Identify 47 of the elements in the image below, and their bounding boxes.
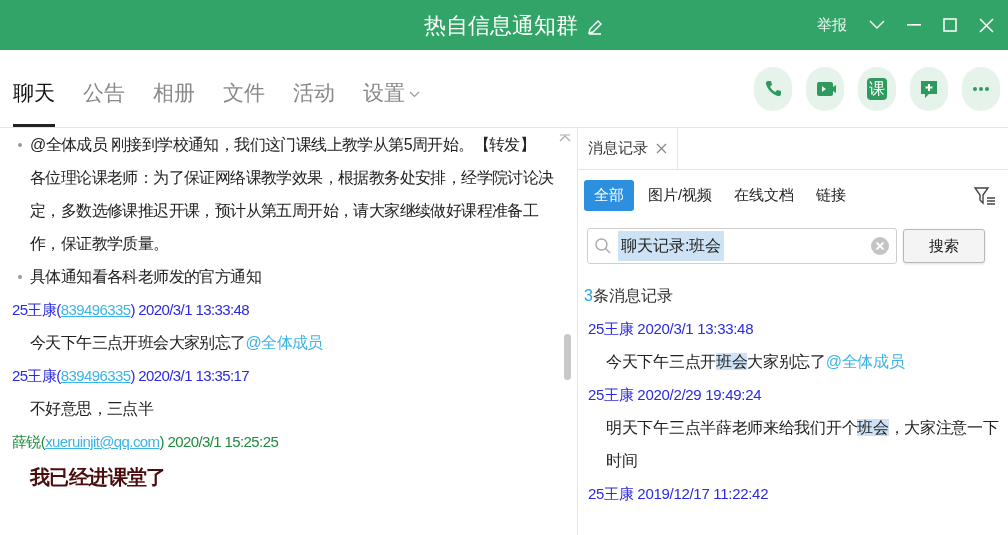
- history-tab[interactable]: 消息记录: [578, 128, 678, 169]
- message-text: 今天下午三点开班会大家别忘了@全体成员: [29, 333, 324, 353]
- add-comment-button[interactable]: [910, 66, 948, 111]
- message-header: 25王康 2020/3/1 13:33:48: [588, 319, 755, 339]
- message-text: 不好意思，三点半: [29, 399, 155, 419]
- tab[interactable]: 活动: [293, 50, 335, 127]
- scrollbar-thumb[interactable]: [564, 334, 571, 380]
- chevron-down-icon[interactable]: [869, 20, 885, 30]
- result-count: 3条消息记录: [583, 286, 674, 306]
- message-text: @全体成员 刚接到学校通知，我们这门课线上教学从第5周开始。【转发】: [30, 135, 537, 155]
- more-button[interactable]: [962, 66, 1000, 111]
- message-text: 今天下午三点开班会大家别忘了@全体成员: [605, 352, 906, 372]
- message-header: 25王康 2020/2/29 19:49:24: [588, 385, 763, 405]
- close-icon[interactable]: [656, 143, 667, 154]
- class-button[interactable]: 课: [858, 66, 896, 111]
- phone-button[interactable]: [754, 66, 792, 111]
- edit-icon[interactable]: [586, 18, 604, 36]
- message-text: 各位理论课老师：为了保证网络课教学效果，根据教务处安排，经学院讨论决定，多数选修课推迟开课，预计从第五周开始，请大家继续做好课程准备工作，保证教学质量。: [30, 168, 555, 254]
- filter-tab[interactable]: 在线文档: [726, 180, 803, 211]
- message-text: 具体通知看各科老师发的官方通知: [30, 267, 262, 287]
- tab[interactable]: 设置: [363, 50, 420, 127]
- filter-tab[interactable]: 图片/视频: [640, 180, 721, 211]
- message-header: 25王康(839496335) 2020/3/1 13:33:48: [12, 300, 251, 320]
- window-title: 热自信息通知群: [424, 11, 578, 40]
- video-camera-button[interactable]: [806, 66, 844, 111]
- tab[interactable]: 聊天: [13, 50, 55, 127]
- bullet-icon: [18, 143, 22, 147]
- more-icon: [973, 86, 989, 91]
- maximize-icon[interactable]: [943, 18, 957, 32]
- message-header: 薛锐(xueruinjit@qq.com) 2020/3/1 15:25:25: [12, 432, 280, 452]
- message-text: 明天下午三点半薛老师来给我们开个班会，大家注意一下时间: [605, 418, 1000, 471]
- message-header: 25王康 2019/12/17 11:22:42: [588, 484, 770, 504]
- search-icon: [594, 237, 612, 255]
- message-text: 我已经进课堂了: [28, 465, 167, 490]
- collapse-arrow-icon[interactable]: [559, 134, 571, 142]
- search-button[interactable]: 搜索: [903, 229, 985, 263]
- tab[interactable]: 相册: [153, 50, 195, 127]
- filter-icon[interactable]: [974, 185, 996, 206]
- clear-icon[interactable]: [870, 236, 890, 256]
- tab[interactable]: 公告: [83, 50, 125, 127]
- bullet-icon: [18, 275, 22, 279]
- message-header: 25王康(839496335) 2020/3/1 13:35:17: [12, 366, 251, 386]
- search-field[interactable]: 聊天记录:班会: [587, 228, 897, 264]
- filter-tab[interactable]: 全部: [584, 180, 634, 211]
- report-link[interactable]: 举报: [817, 13, 847, 37]
- tab[interactable]: 文件: [223, 50, 265, 127]
- filter-tab[interactable]: 链接: [808, 180, 855, 211]
